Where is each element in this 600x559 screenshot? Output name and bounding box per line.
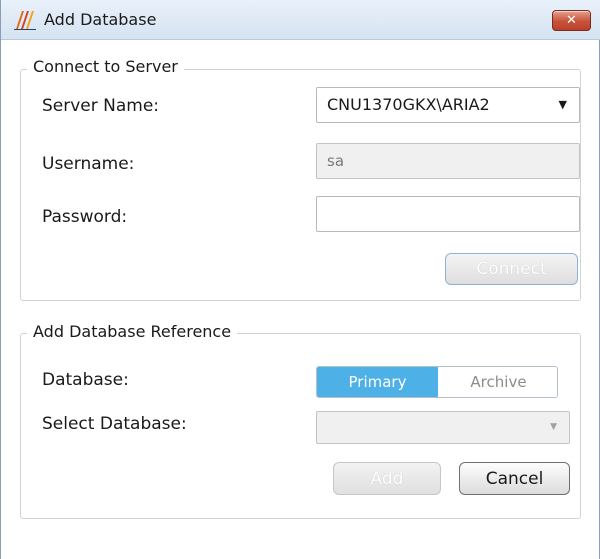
close-button[interactable]: ✕ — [552, 10, 591, 31]
add-button[interactable]: Add — [333, 462, 441, 495]
server-name-combobox[interactable]: CNU1370GKX\ARIA2 ▼ — [316, 87, 580, 123]
app-logo-icon — [14, 11, 36, 30]
title-bar[interactable]: Add Database ✕ — [1, 0, 600, 40]
add-database-dialog: Add Database ✕ Connect to Server Server … — [0, 0, 600, 559]
chevron-down-icon: ▼ — [550, 422, 557, 432]
username-value: sa — [327, 152, 345, 170]
connect-to-server-legend: Connect to Server — [27, 57, 184, 76]
password-label: Password: — [42, 207, 128, 227]
database-option-archive[interactable]: Archive — [438, 367, 557, 397]
chevron-down-icon: ▼ — [558, 98, 567, 111]
select-database-combobox[interactable]: ▼ — [316, 411, 570, 444]
cancel-button[interactable]: Cancel — [459, 462, 570, 495]
password-field[interactable] — [316, 196, 580, 232]
cancel-button-label: Cancel — [485, 469, 544, 489]
server-name-label: Server Name: — [42, 96, 160, 116]
database-toggle: Primary Archive — [316, 366, 558, 398]
username-field[interactable]: sa — [316, 143, 580, 179]
select-database-label: Select Database: — [42, 414, 187, 434]
connect-button-label: Connect — [476, 259, 547, 279]
add-button-label: Add — [370, 469, 404, 489]
database-option-primary[interactable]: Primary — [317, 367, 438, 397]
connect-button[interactable]: Connect — [445, 253, 578, 285]
add-database-reference-legend: Add Database Reference — [27, 322, 238, 341]
window-title: Add Database — [44, 10, 157, 29]
close-icon: ✕ — [566, 13, 577, 28]
username-label: Username: — [42, 154, 135, 174]
server-name-value: CNU1370GKX\ARIA2 — [327, 95, 490, 114]
database-label: Database: — [42, 370, 129, 390]
